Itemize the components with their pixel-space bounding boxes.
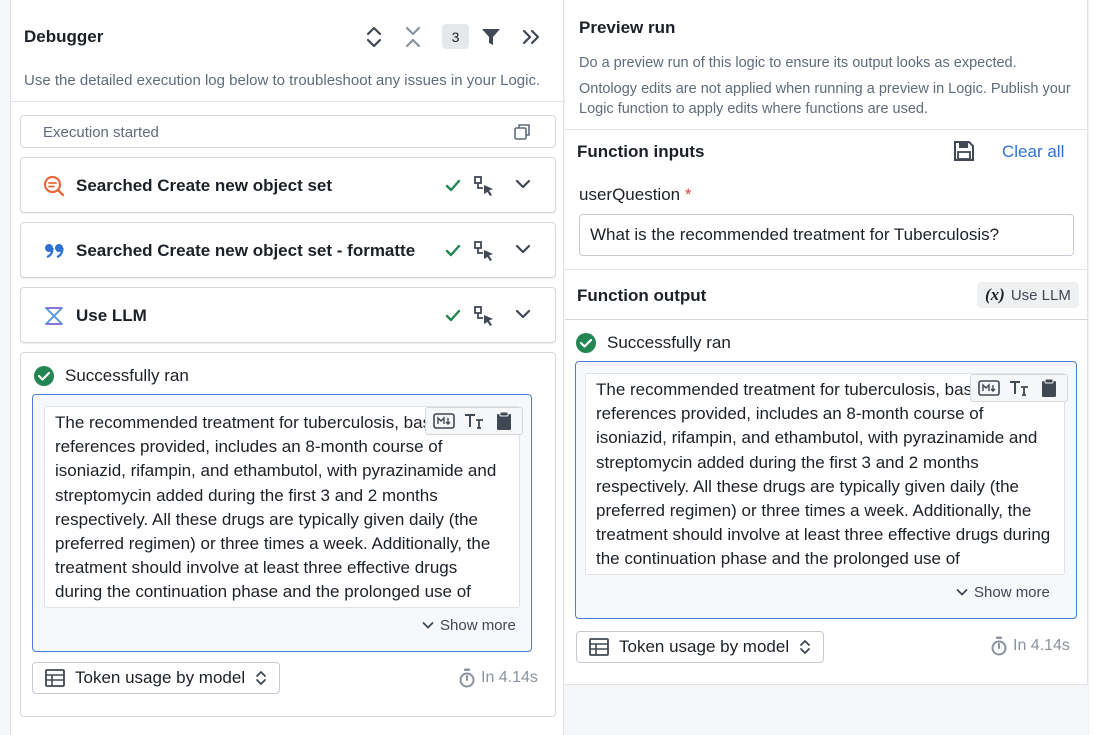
preview-description-line-2: Ontology edits are not applied when runn… <box>579 81 1071 117</box>
debugger-title: Debugger <box>24 27 104 46</box>
caret-updown-icon <box>255 669 267 687</box>
table-icon <box>45 669 65 687</box>
clipboard-icon[interactable] <box>1035 377 1063 399</box>
preview-panel: Preview run Do a preview run of this log… <box>565 0 1088 685</box>
token-usage-select[interactable]: Token usage by model <box>576 631 825 663</box>
output-source-label: Use LLM <box>1010 286 1071 304</box>
function-inputs-divider <box>565 129 1088 130</box>
step-searched-create-new-object-set-formatted[interactable]: Searched Create new object set - formatt… <box>20 222 556 278</box>
right-edge-panel <box>1088 0 1102 735</box>
clipboard-icon[interactable] <box>490 410 518 432</box>
show-more-label: Show more <box>974 584 1050 601</box>
variable-icon: (x) <box>985 285 1005 304</box>
success-status: Successfully ran <box>33 365 189 387</box>
step-searched-create-new-object-set[interactable]: Searched Create new object set <box>20 157 556 213</box>
save-icon[interactable] <box>953 140 975 162</box>
step-label: Use LLM <box>76 306 147 325</box>
success-label: Successfully ran <box>65 366 189 385</box>
graph-select-icon[interactable] <box>473 175 497 199</box>
filter-count-badge: 3 <box>442 24 469 49</box>
run-timing: In 4.14s <box>459 668 538 688</box>
timing-label: In 4.14s <box>481 669 538 686</box>
show-more-button[interactable]: Show more <box>956 584 1050 601</box>
check-icon <box>445 179 461 193</box>
user-question-label-text: userQuestion <box>579 185 681 204</box>
function-output-card: Successfully ran The recommended treatme… <box>565 319 1088 685</box>
preview-description-line-1: Do a preview run of this logic to ensure… <box>579 55 1017 71</box>
check-icon <box>445 309 461 323</box>
output-box: The recommended treatment for tuberculos… <box>32 394 532 652</box>
chevron-down-icon[interactable] <box>515 308 531 320</box>
show-more-label: Show more <box>440 617 516 634</box>
llm-icon <box>43 305 65 327</box>
quote-icon <box>43 240 65 262</box>
execution-started-label: Execution started <box>43 124 159 141</box>
chevron-down-icon <box>422 621 434 630</box>
debugger-panel: Debugger 3 Use the detailed execution lo… <box>10 0 565 735</box>
chevron-down-icon[interactable] <box>515 178 531 190</box>
output-toolbar <box>970 374 1068 402</box>
required-mark: * <box>684 185 692 204</box>
double-chevron-right-icon[interactable] <box>518 24 544 50</box>
success-label: Successfully ran <box>607 333 731 352</box>
output-text[interactable]: The recommended treatment for tuberculos… <box>585 373 1065 575</box>
text-width-icon[interactable] <box>460 410 488 432</box>
search-icon <box>43 175 65 197</box>
clear-all-button[interactable]: Clear all <box>1002 142 1064 162</box>
debugger-header: Debugger 3 Use the detailed execution lo… <box>11 0 565 102</box>
output-toolbar <box>425 407 523 435</box>
stopwatch-icon <box>991 636 1007 656</box>
user-question-input[interactable] <box>579 214 1074 256</box>
success-status: Successfully ran <box>575 332 731 354</box>
copy-icon[interactable] <box>513 123 531 141</box>
output-text[interactable]: The recommended treatment for tuberculos… <box>44 406 520 608</box>
output-source-tag[interactable]: (x) Use LLM <box>977 282 1079 308</box>
stopwatch-icon <box>459 668 475 688</box>
function-inputs-title: Function inputs <box>577 142 705 161</box>
graph-select-icon[interactable] <box>473 240 497 264</box>
chevron-down-icon <box>956 588 968 597</box>
table-icon <box>589 638 609 656</box>
step-label: Searched Create new object set - formatt… <box>76 241 416 260</box>
graph-select-icon[interactable] <box>473 305 497 329</box>
markdown-icon[interactable] <box>430 410 458 432</box>
user-question-label: userQuestion * <box>579 185 691 205</box>
text-width-icon[interactable] <box>1005 377 1033 399</box>
token-usage-select[interactable]: Token usage by model <box>32 662 281 694</box>
markdown-icon[interactable] <box>975 377 1003 399</box>
token-usage-label: Token usage by model <box>75 668 246 687</box>
success-check-icon <box>575 332 597 354</box>
expand-collapse-icon[interactable] <box>361 24 387 50</box>
function-output-divider <box>565 269 1088 270</box>
run-timing: In 4.14s <box>991 636 1070 656</box>
timing-label: In 4.14s <box>1013 637 1070 654</box>
debugger-description: Use the detailed execution log below to … <box>24 72 541 89</box>
step-use-llm[interactable]: Use LLM <box>20 287 556 343</box>
show-more-button[interactable]: Show more <box>422 617 516 634</box>
caret-updown-icon <box>799 638 811 656</box>
function-output-title: Function output <box>577 286 707 305</box>
collapse-all-icon[interactable] <box>400 24 426 50</box>
output-box: The recommended treatment for tuberculos… <box>575 361 1077 619</box>
chevron-down-icon[interactable] <box>515 243 531 255</box>
check-icon <box>445 244 461 258</box>
filter-icon[interactable] <box>478 24 504 50</box>
step-label: Searched Create new object set <box>76 176 333 195</box>
preview-title: Preview run <box>579 18 676 37</box>
success-check-icon <box>33 365 55 387</box>
execution-started-row[interactable]: Execution started <box>20 115 556 148</box>
preview-description: Do a preview run of this logic to ensure… <box>579 53 1079 119</box>
debugger-result-card: Successfully ran The recommended treatme… <box>20 352 556 717</box>
token-usage-label: Token usage by model <box>619 637 790 656</box>
